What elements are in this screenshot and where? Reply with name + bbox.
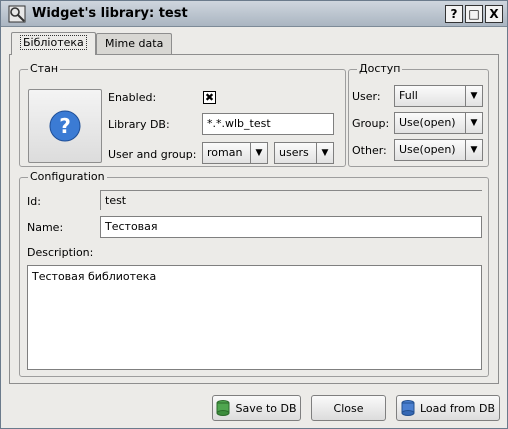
access-group-label: Group:: [352, 117, 390, 130]
help-button[interactable]: ?: [445, 5, 463, 23]
configuration-legend: Configuration: [28, 170, 107, 183]
chevron-down-icon: ▼: [465, 140, 482, 160]
title-bar[interactable]: Widget's library: test ? □ X: [1, 1, 507, 27]
user-select[interactable]: roman ▼: [202, 142, 268, 164]
access-group-legend: Доступ: [357, 62, 403, 75]
save-button-label: Save to DB: [235, 401, 297, 415]
description-label: Description:: [27, 246, 94, 259]
enabled-label: Enabled:: [108, 91, 157, 104]
id-field: test: [100, 190, 482, 210]
tab-library[interactable]: Бібліотека: [11, 32, 96, 55]
configuration-group: Configuration Id: test Name: Тестовая De…: [19, 170, 489, 377]
access-other-select[interactable]: Use(open) ▼: [394, 139, 483, 161]
access-group-select[interactable]: Use(open) ▼: [394, 112, 483, 134]
save-to-db-button[interactable]: Save to DB: [212, 395, 301, 421]
library-icon-button[interactable]: ?: [28, 89, 102, 163]
tab-mime-data-label: Mime data: [105, 37, 164, 50]
tab-library-label: Бібліотека: [20, 35, 87, 50]
access-group-value: Use(open): [399, 116, 456, 129]
access-group: Доступ User: Full ▼ Group: Use(open) ▼ O…: [348, 62, 489, 167]
database-save-icon: [216, 400, 230, 416]
state-group: Стан ? Enabled: ✖ Library DB: *.*.wlb_te…: [19, 62, 346, 167]
window-title: Widget's library: test: [32, 6, 188, 21]
database-load-icon: [401, 400, 415, 416]
access-user-label: User:: [352, 90, 381, 103]
name-field[interactable]: Тестовая: [100, 216, 482, 238]
group-select-value: users: [279, 146, 309, 159]
name-label: Name:: [27, 221, 64, 234]
load-button-label: Load from DB: [420, 401, 495, 415]
chevron-down-icon: ▼: [250, 143, 267, 163]
user-select-value: roman: [207, 146, 243, 159]
app-icon: [8, 5, 26, 23]
access-user-select[interactable]: Full ▼: [394, 85, 483, 107]
group-select[interactable]: users ▼: [274, 142, 334, 164]
question-icon: ?: [49, 110, 81, 142]
user-group-label: User and group:: [108, 148, 197, 161]
chevron-down-icon: ▼: [316, 143, 333, 163]
tab-mime-data[interactable]: Mime data: [96, 33, 173, 54]
library-tab-panel: Стан ? Enabled: ✖ Library DB: *.*.wlb_te…: [9, 54, 499, 384]
access-other-label: Other:: [352, 144, 387, 157]
enabled-checkbox[interactable]: ✖: [203, 91, 216, 104]
load-from-db-button[interactable]: Load from DB: [396, 395, 500, 421]
id-label: Id:: [27, 195, 41, 208]
chevron-down-icon: ▼: [465, 86, 482, 106]
dialog-window: Widget's library: test ? □ X Бібліотека …: [0, 0, 508, 429]
maximize-button[interactable]: □: [465, 5, 483, 23]
access-user-value: Full: [399, 89, 418, 102]
library-db-label: Library DB:: [108, 118, 170, 131]
close-button-label: Close: [333, 401, 364, 415]
access-other-value: Use(open): [399, 143, 456, 156]
library-db-field[interactable]: *.*.wlb_test: [202, 113, 334, 135]
close-button[interactable]: Close: [311, 395, 386, 421]
state-group-legend: Стан: [28, 62, 61, 75]
chevron-down-icon: ▼: [465, 113, 482, 133]
close-window-button[interactable]: X: [485, 5, 503, 23]
description-textarea[interactable]: Тестовая библиотека: [27, 265, 482, 370]
svg-text:?: ?: [59, 114, 71, 138]
